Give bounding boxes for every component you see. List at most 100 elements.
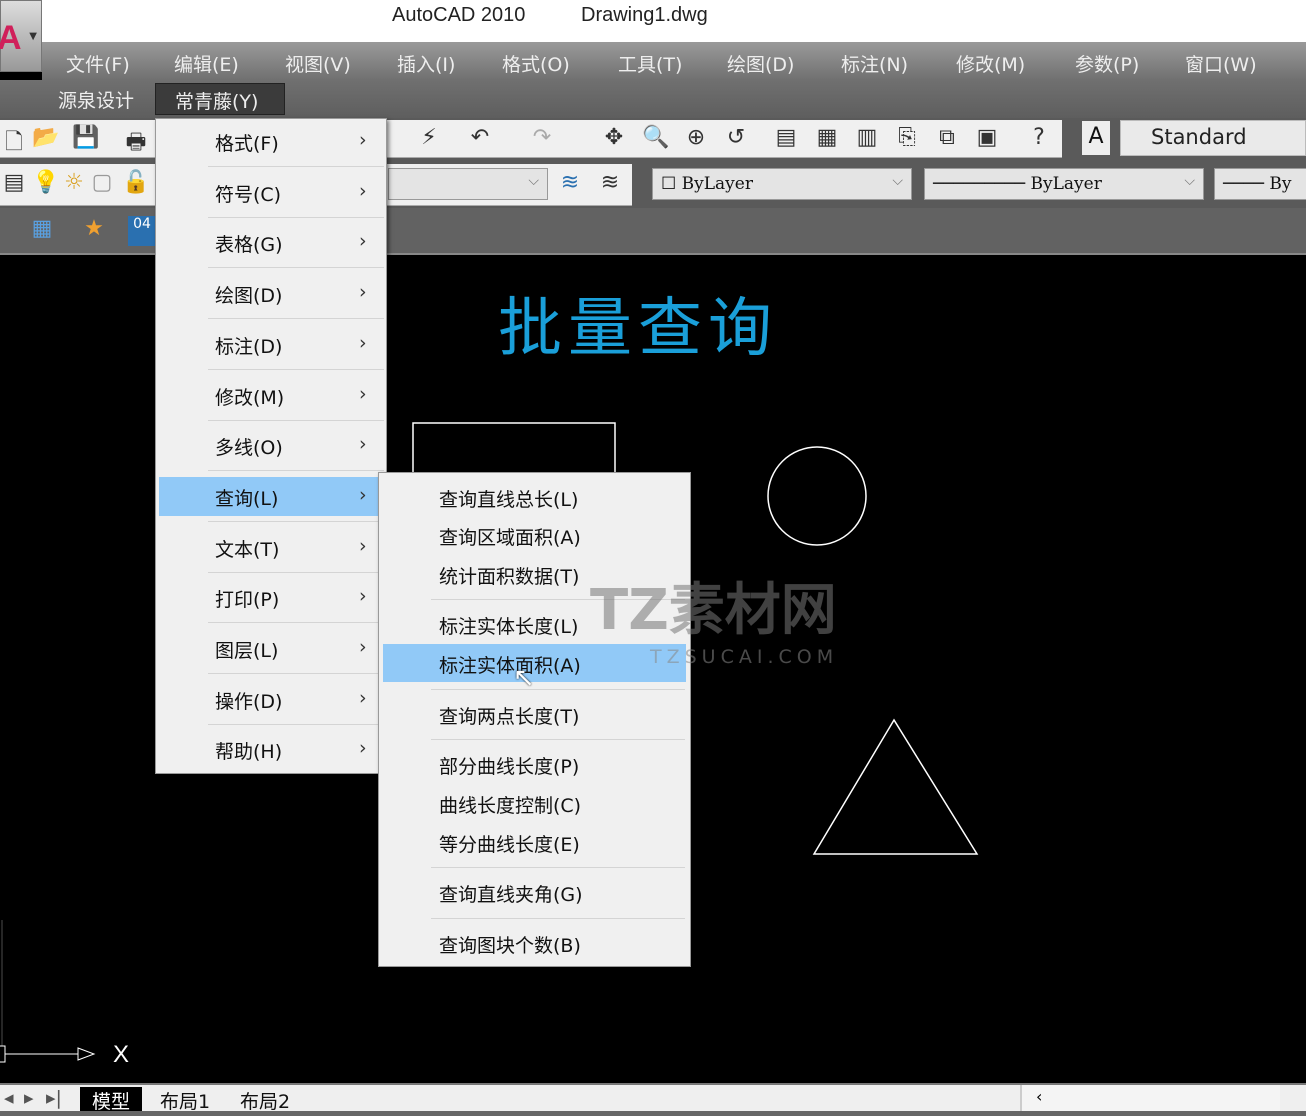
submenu-item[interactable]: 查询图块个数(B) — [439, 931, 581, 958]
text-style-icon[interactable]: A — [1082, 121, 1110, 155]
workspace-grid-icon[interactable]: ▦ — [28, 216, 56, 241]
print-icon[interactable]: 🖶 — [122, 125, 150, 163]
menu-item-label: 帮助(H) — [215, 741, 283, 764]
chevron-right-icon: › — [359, 281, 367, 304]
menu-item-label: 文本(T) — [215, 538, 280, 561]
color-combo-value: ByLayer — [681, 174, 753, 194]
menu-item[interactable]: 图层(L) › — [215, 636, 385, 663]
tab-last-icon[interactable]: ▸| — [46, 1087, 62, 1109]
tab-model[interactable]: 模型 — [80, 1087, 143, 1114]
tab-layout2[interactable]: 布局2 — [240, 1087, 290, 1114]
submenu-item[interactable]: 查询两点长度(T) — [439, 702, 579, 729]
menu-item[interactable]: 查询(L) › — [215, 484, 385, 511]
lineweight-combo[interactable]: ──── By — [1214, 168, 1306, 200]
menu-view[interactable]: 视图(V) — [285, 50, 351, 77]
menu-draw[interactable]: 绘图(D) — [727, 50, 794, 77]
menu-tools[interactable]: 工具(T) — [618, 50, 682, 77]
menu-parameters[interactable]: 参数(P) — [1075, 50, 1139, 77]
text-style-combo[interactable]: Standard — [1120, 120, 1306, 156]
mouse-cursor-icon: ↖ — [513, 663, 535, 693]
tab-prev-icon[interactable]: ▸ — [24, 1087, 34, 1109]
tool-palettes-icon[interactable]: ▥ — [853, 125, 881, 150]
menu-item[interactable]: 帮助(H) › — [215, 737, 385, 764]
menu-separator — [208, 318, 384, 320]
menu-separator — [208, 571, 384, 573]
menu-item[interactable]: 多线(O) › — [215, 433, 385, 460]
color-combo[interactable]: ☐ ByLayer ⌵ — [652, 168, 912, 200]
menu-changqingteng[interactable]: 常青藤(Y) — [155, 83, 285, 115]
submenu-item[interactable]: 标注实体面积(A) — [439, 651, 581, 678]
layer-on-icon[interactable]: 💡 — [32, 170, 60, 195]
markup-icon[interactable]: ⧉ — [933, 125, 961, 150]
tab-layout1[interactable]: 布局1 — [160, 1087, 210, 1114]
help-icon[interactable]: ? — [1025, 125, 1053, 150]
menu-dimension[interactable]: 标注(N) — [841, 50, 908, 77]
zoom-window-icon[interactable]: ⊕ — [682, 125, 710, 150]
menu-separator — [208, 470, 384, 472]
chevron-right-icon: › — [359, 331, 367, 354]
menu-modify[interactable]: 修改(M) — [956, 50, 1025, 77]
menu-bar: 文件(F) 编辑(E) 视图(V) 插入(I) 格式(O) 工具(T) 绘图(D… — [42, 42, 1306, 80]
application-menu-button[interactable]: A ▼ — [0, 0, 42, 72]
menu-separator — [431, 867, 685, 868]
calculator-icon[interactable]: ▣ — [973, 125, 1001, 150]
lineweight-combo-value: By — [1269, 174, 1292, 194]
submenu-item[interactable]: 查询直线总长(L) — [439, 485, 578, 512]
menu-item-label: 操作(D) — [215, 690, 283, 713]
layer-manager-icon[interactable]: ▤ — [0, 170, 28, 195]
new-icon[interactable]: 🗋 — [0, 125, 28, 163]
ucs-icon — [0, 920, 96, 1063]
menu-item-label: 绘图(D) — [215, 285, 283, 308]
menu-insert[interactable]: 插入(I) — [397, 50, 455, 77]
chevron-right-icon: › — [359, 179, 367, 202]
design-center-icon[interactable]: ▦ — [813, 125, 841, 150]
menu-window[interactable]: 窗口(W) — [1185, 50, 1257, 77]
zoom-previous-icon[interactable]: ↺ — [722, 125, 750, 150]
menu-item[interactable]: 格式(F) › — [215, 129, 385, 156]
save-icon[interactable]: 💾 — [72, 125, 100, 150]
menu-item[interactable]: 绘图(D) › — [215, 281, 385, 308]
undo-icon[interactable]: ↶ — [466, 125, 494, 150]
menu-item[interactable]: 文本(T) › — [215, 535, 385, 562]
menu-edit[interactable]: 编辑(E) — [174, 50, 239, 77]
layer-lock-icon[interactable]: 🔓 — [122, 170, 150, 195]
menu-file[interactable]: 文件(F) — [66, 50, 130, 77]
layer-combo[interactable]: ⌵ — [388, 168, 548, 200]
submenu-item[interactable]: 查询区域面积(A) — [439, 523, 581, 550]
horizontal-scrollbar[interactable]: ‹ — [1020, 1085, 1280, 1111]
open-icon[interactable]: 📂 — [32, 125, 60, 150]
plugin-icon[interactable]: 04 — [128, 216, 156, 246]
make-current-layer-icon[interactable]: ≋ — [556, 170, 584, 195]
canvas-title-text: 批量查询 — [498, 292, 778, 366]
menu-item[interactable]: 标注(D) › — [215, 332, 385, 359]
favorite-star-icon[interactable]: ★ — [80, 216, 108, 241]
chevron-right-icon: › — [359, 230, 367, 253]
pan-icon[interactable]: ✥ — [600, 125, 628, 150]
menu-item[interactable]: 操作(D) › — [215, 687, 385, 714]
menu-item[interactable]: 修改(M) › — [215, 383, 385, 410]
layer-vp-icon[interactable]: ▢ — [88, 170, 116, 195]
menu-separator — [431, 918, 685, 919]
submenu-item[interactable]: 标注实体长度(L) — [439, 612, 578, 639]
menu-item[interactable]: 符号(C) › — [215, 180, 385, 207]
menu-item[interactable]: 打印(P) › — [215, 585, 385, 612]
menu-separator — [208, 267, 384, 269]
menu-yuanquan[interactable]: 源泉设计 — [58, 86, 134, 113]
zoom-realtime-icon[interactable]: 🔍 — [642, 125, 670, 150]
submenu-item[interactable]: 曲线长度控制(C) — [439, 791, 581, 818]
properties-icon[interactable]: ▤ — [772, 125, 800, 150]
menu-separator — [208, 673, 384, 674]
submenu-item[interactable]: 统计面积数据(T) — [439, 562, 579, 589]
submenu-item[interactable]: 部分曲线长度(P) — [439, 752, 579, 779]
sheet-set-icon[interactable]: ⎘ — [893, 125, 921, 150]
linetype-combo[interactable]: ───────── ByLayer ⌵ — [924, 168, 1204, 200]
menu-format[interactable]: 格式(O) — [502, 50, 570, 77]
layer-previous-icon[interactable]: ≋ — [596, 170, 624, 195]
submenu-item[interactable]: 等分曲线长度(E) — [439, 830, 580, 857]
tab-first-icon[interactable]: ◂ — [4, 1087, 14, 1109]
layer-freeze-icon[interactable]: ☼ — [60, 170, 88, 195]
redo-icon[interactable]: ↷ — [528, 125, 556, 150]
menu-item[interactable]: 表格(G) › — [215, 230, 385, 257]
submenu-item[interactable]: 查询直线夹角(G) — [439, 880, 583, 907]
match-properties-icon[interactable]: ⚡ — [415, 125, 443, 150]
